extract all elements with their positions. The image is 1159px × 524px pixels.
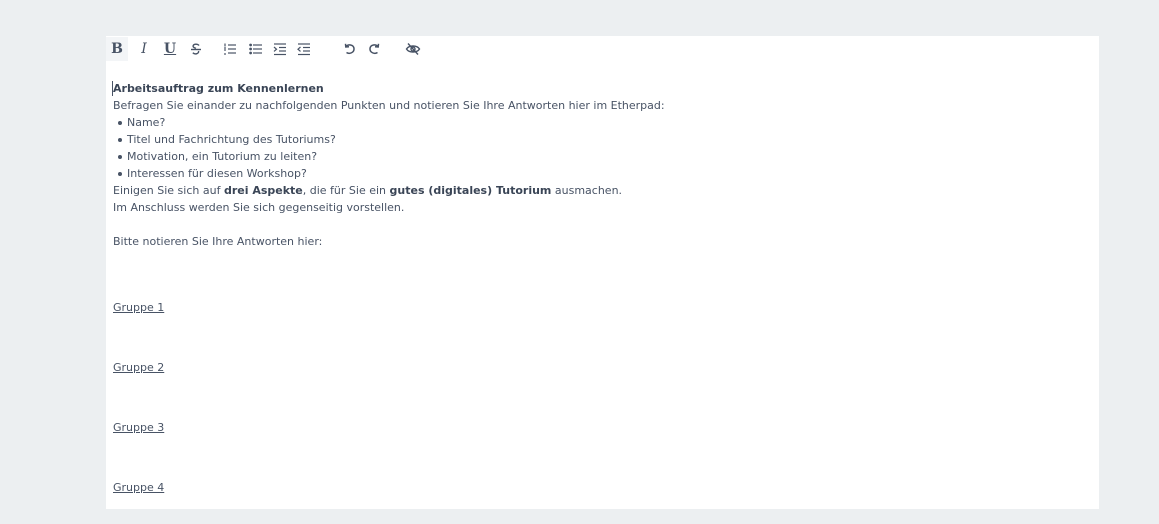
agreement-middle: , die für Sie ein — [302, 184, 390, 197]
agreement-suffix: ausmachen. — [551, 184, 623, 197]
intro-text: Befragen Sie einander zu nachfolgenden P… — [113, 99, 665, 112]
italic-button[interactable]: I — [133, 37, 155, 61]
agreement-text: Einigen Sie sich auf drei Aspekte, die f… — [113, 182, 1073, 199]
group-1-link[interactable]: Gruppe 1 — [113, 299, 164, 316]
ordered-list-icon — [224, 43, 236, 55]
indent-button[interactable] — [269, 37, 291, 61]
agreement-bold-aspects: drei Aspekte — [223, 184, 303, 197]
outdent-button[interactable] — [293, 37, 315, 61]
followup-text: Im Anschluss werden Sie sich gegenseitig… — [113, 201, 405, 214]
group-4-link[interactable]: Gruppe 4 — [113, 479, 164, 496]
unordered-list-icon — [249, 43, 262, 55]
toggle-authorship-colors-button[interactable] — [402, 37, 424, 61]
list-item: Titel und Fachrichtung des Tutoriums? — [113, 131, 1073, 148]
list-item: Name? — [113, 114, 1073, 131]
group-3-link[interactable]: Gruppe 3 — [113, 419, 164, 436]
etherpad-editor: B I U Arbeitsauftrag zum Kennenlernen Be… — [106, 36, 1099, 509]
text-cursor — [112, 81, 113, 96]
bold-icon: B — [111, 41, 123, 57]
outdent-icon — [297, 43, 310, 56]
redo-icon — [369, 43, 380, 55]
answers-prompt: Bitte notieren Sie Ihre Antworten hier: — [113, 235, 323, 248]
document-title: Arbeitsauftrag zum Kennenlernen — [113, 82, 324, 95]
pad-text[interactable]: Arbeitsauftrag zum Kennenlernen Befragen… — [112, 80, 1073, 250]
question-list: Name? Titel und Fachrichtung des Tutoriu… — [113, 114, 1073, 182]
indent-icon — [273, 43, 286, 56]
bold-button[interactable]: B — [106, 37, 128, 61]
undo-icon — [344, 43, 355, 55]
strikethrough-icon — [191, 43, 201, 55]
redo-button[interactable] — [363, 37, 385, 61]
agreement-prefix: Einigen Sie sich auf — [113, 184, 224, 197]
italic-icon: I — [141, 41, 147, 57]
eye-slash-icon — [405, 43, 421, 55]
unordered-list-button[interactable] — [245, 37, 267, 61]
undo-button[interactable] — [339, 37, 361, 61]
ordered-list-button[interactable] — [219, 37, 241, 61]
list-item: Interessen für diesen Workshop? — [113, 165, 1073, 182]
underline-icon: U — [163, 41, 177, 57]
formatting-toolbar: B I U — [106, 36, 1099, 62]
list-item: Motivation, ein Tutorium zu leiten? — [113, 148, 1073, 165]
underline-button[interactable]: U — [159, 37, 181, 61]
strikethrough-button[interactable] — [185, 37, 207, 61]
agreement-bold-tutorium: gutes (digitales) Tutorium — [389, 184, 552, 197]
group-2-link[interactable]: Gruppe 2 — [113, 359, 164, 376]
